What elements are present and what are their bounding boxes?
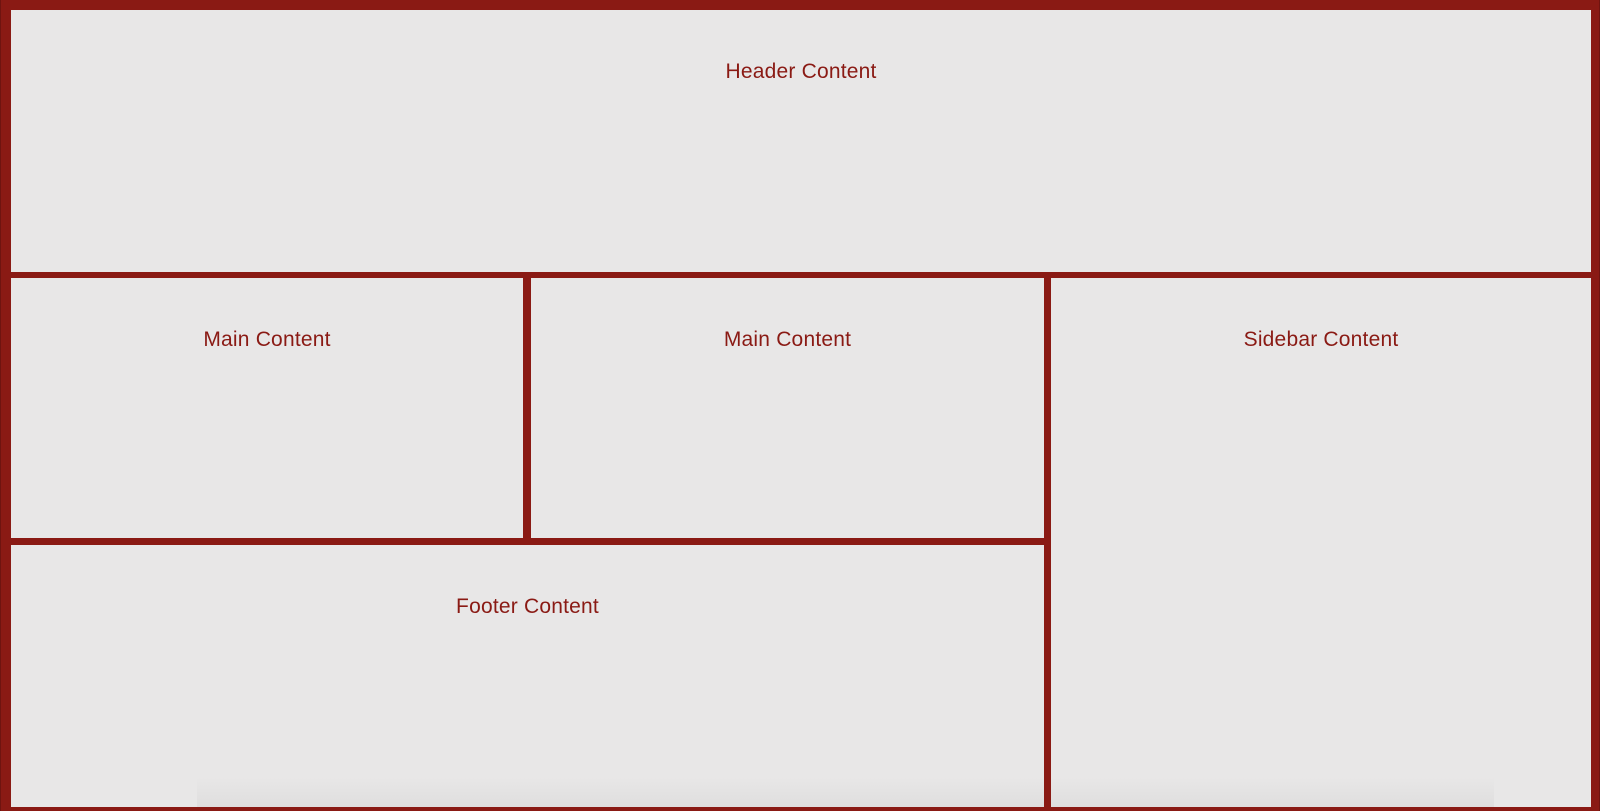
main-content-label-1: Main Content	[203, 328, 331, 351]
main-content-label-2: Main Content	[723, 328, 852, 351]
grid-layout-frame: Header Content Main Content Main Content…	[0, 0, 1600, 811]
header-panel: Header Content	[11, 10, 1591, 272]
footer-label: Footer Content	[456, 595, 599, 618]
footer-panel: Footer Content	[11, 545, 1044, 807]
header-label: Header Content	[725, 60, 877, 83]
main-content-panel-2: Main Content	[531, 278, 1044, 538]
main-content-panel-1: Main Content	[11, 278, 523, 538]
sidebar-label: Sidebar Content	[1243, 328, 1399, 351]
sidebar-panel: Sidebar Content	[1051, 278, 1591, 807]
